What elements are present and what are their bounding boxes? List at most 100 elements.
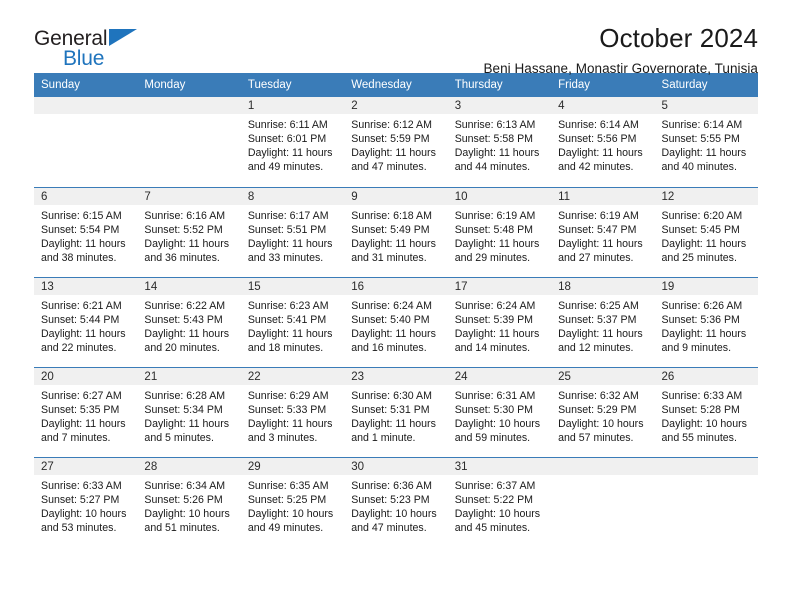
logo-text-blue: Blue bbox=[63, 47, 105, 70]
day-detail-line: Sunrise: 6:11 AM bbox=[247, 119, 328, 131]
day-detail-line: Sunrise: 6:14 AM bbox=[558, 119, 639, 131]
day-detail-line: Sunset: 5:54 PM bbox=[41, 223, 120, 236]
page-header: General Blue October 2024 Beni Hassane, … bbox=[34, 0, 758, 76]
day-detail-line: Sunrise: 6:24 AM bbox=[351, 299, 432, 312]
day-detail-line: Daylight: 11 hours bbox=[247, 237, 333, 250]
day-detail-line: Daylight: 10 hours bbox=[661, 417, 747, 430]
day-detail-line: Sunset: 5:56 PM bbox=[558, 133, 637, 146]
day-detail-line: Daylight: 11 hours bbox=[558, 237, 643, 250]
calendar-day-cell[interactable]: 21 Sunrise: 6:28 AM Sunset: 5:34 PM Dayligh… bbox=[137, 366, 241, 457]
day-detail-line: Daylight: 11 hours bbox=[41, 417, 126, 430]
day-detail-line: and 18 minutes. bbox=[247, 341, 324, 354]
calendar-week-row: 6 Sunrise: 6:15 AM Sunset: 5:54 PM Daylight… bbox=[34, 186, 758, 277]
day-number: 14 bbox=[137, 277, 241, 295]
calendar-day-cell[interactable]: 14 Sunrise: 6:22 AM Sunset: 5:43 PM Dayligh… bbox=[137, 276, 241, 367]
day-detail-line: Sunset: 5:45 PM bbox=[661, 223, 740, 236]
day-details: Sunrise: 6:34 AM Sunset: 5:26 PM Daylight:… bbox=[137, 475, 240, 535]
day-details: Sunrise: 6:32 AM Sunset: 5:29 PM Daylight:… bbox=[551, 385, 654, 445]
day-detail-line: Sunset: 5:26 PM bbox=[144, 493, 223, 506]
day-detail-line: and 49 minutes. bbox=[247, 521, 324, 534]
calendar-day-cell[interactable]: 25 Sunrise: 6:32 AM Sunset: 5:29 PM Dayligh… bbox=[551, 366, 655, 457]
day-details bbox=[137, 114, 240, 118]
day-detail-line: Daylight: 11 hours bbox=[558, 147, 643, 160]
calendar-day-cell[interactable]: 15 Sunrise: 6:23 AM Sunset: 5:41 PM Dayligh… bbox=[240, 276, 345, 367]
calendar-day-cell[interactable]: 8 Sunrise: 6:17 AM Sunset: 5:51 PM Daylight… bbox=[240, 186, 345, 277]
calendar-day-cell[interactable]: 3 Sunrise: 6:13 AM Sunset: 5:58 PM Daylight… bbox=[447, 97, 552, 187]
calendar-day-cell[interactable]: 24 Sunrise: 6:31 AM Sunset: 5:30 PM Dayligh… bbox=[447, 366, 552, 457]
day-number bbox=[34, 97, 138, 114]
day-detail-line: Sunrise: 6:30 AM bbox=[351, 389, 432, 402]
day-detail-line: Sunset: 5:37 PM bbox=[558, 313, 637, 326]
calendar-day-cell[interactable]: 5 Sunrise: 6:14 AM Sunset: 5:55 PM Daylight… bbox=[654, 97, 758, 187]
calendar-day-cell[interactable]: 27 Sunrise: 6:33 AM Sunset: 5:27 PM Dayligh… bbox=[34, 456, 138, 547]
day-detail-line: and 12 minutes. bbox=[558, 341, 634, 354]
calendar-day-cell[interactable]: 22 Sunrise: 6:29 AM Sunset: 5:33 PM Dayligh… bbox=[240, 366, 345, 457]
calendar-cell-empty bbox=[551, 456, 655, 547]
day-detail-line: Sunset: 5:41 PM bbox=[247, 313, 327, 326]
weekday-header-friday: Friday bbox=[551, 73, 655, 97]
calendar-cell-empty bbox=[654, 456, 758, 547]
calendar-day-cell[interactable]: 18 Sunrise: 6:25 AM Sunset: 5:37 PM Dayligh… bbox=[551, 276, 655, 367]
day-detail-line: and 36 minutes. bbox=[144, 251, 220, 264]
day-number: 17 bbox=[447, 277, 552, 295]
calendar-day-cell[interactable]: 17 Sunrise: 6:24 AM Sunset: 5:39 PM Dayligh… bbox=[447, 276, 552, 367]
day-detail-line: Sunset: 5:35 PM bbox=[41, 403, 120, 416]
day-details: Sunrise: 6:14 AM Sunset: 5:56 PM Daylight:… bbox=[551, 114, 654, 174]
weekday-header-sunday: Sunday bbox=[34, 73, 138, 97]
calendar-day-cell[interactable]: 2 Sunrise: 6:12 AM Sunset: 5:59 PM Daylight… bbox=[344, 97, 448, 187]
day-detail-line: Sunrise: 6:34 AM bbox=[144, 479, 226, 492]
calendar-day-cell[interactable]: 11 Sunrise: 6:19 AM Sunset: 5:47 PM Dayligh… bbox=[551, 186, 655, 277]
calendar-day-cell[interactable]: 16 Sunrise: 6:24 AM Sunset: 5:40 PM Dayligh… bbox=[344, 276, 448, 367]
day-detail-line: Sunset: 5:34 PM bbox=[144, 403, 223, 416]
day-details: Sunrise: 6:35 AM Sunset: 5:25 PM Daylight:… bbox=[241, 475, 344, 535]
day-detail-line: Daylight: 11 hours bbox=[247, 147, 333, 160]
calendar-day-cell[interactable]: 13 Sunrise: 6:21 AM Sunset: 5:44 PM Dayligh… bbox=[34, 276, 138, 367]
calendar-day-cell[interactable]: 31 Sunrise: 6:37 AM Sunset: 5:22 PM Dayligh… bbox=[447, 456, 552, 547]
day-detail-line: and 51 minutes. bbox=[144, 521, 220, 534]
day-details: Sunrise: 6:18 AM Sunset: 5:49 PM Daylight:… bbox=[344, 205, 447, 265]
weekday-row: Sunday Monday Tuesday Wednesday Thursday Frid… bbox=[34, 73, 758, 97]
day-details: Sunrise: 6:25 AM Sunset: 5:37 PM Daylight:… bbox=[551, 295, 654, 355]
day-detail-line: Daylight: 11 hours bbox=[454, 327, 540, 340]
calendar-day-cell[interactable]: 7 Sunrise: 6:16 AM Sunset: 5:52 PM Daylight… bbox=[137, 186, 241, 277]
calendar-cell-empty bbox=[137, 97, 241, 187]
day-detail-line: Sunset: 5:33 PM bbox=[247, 403, 327, 416]
day-detail-line: Sunrise: 6:20 AM bbox=[661, 209, 743, 222]
day-detail-line: Sunrise: 6:12 AM bbox=[351, 119, 432, 131]
day-detail-line: Daylight: 10 hours bbox=[144, 507, 230, 520]
day-detail-line: Sunrise: 6:37 AM bbox=[454, 479, 536, 492]
day-details: Sunrise: 6:33 AM Sunset: 5:28 PM Daylight:… bbox=[655, 385, 758, 445]
calendar-day-cell[interactable]: 28 Sunrise: 6:34 AM Sunset: 5:26 PM Dayligh… bbox=[137, 456, 241, 547]
day-details: Sunrise: 6:21 AM Sunset: 5:44 PM Daylight:… bbox=[34, 295, 137, 355]
calendar-week-row: 13 Sunrise: 6:21 AM Sunset: 5:44 PM Dayligh… bbox=[34, 276, 758, 367]
calendar-day-cell[interactable]: 26 Sunrise: 6:33 AM Sunset: 5:28 PM Dayligh… bbox=[654, 366, 758, 457]
calendar-day-cell[interactable]: 1 Sunrise: 6:11 AM Sunset: 6:01 PM Daylight… bbox=[240, 97, 345, 187]
calendar-day-cell[interactable]: 20 Sunrise: 6:27 AM Sunset: 5:35 PM Dayligh… bbox=[34, 366, 138, 457]
day-number bbox=[551, 457, 655, 475]
day-detail-line: Sunset: 5:43 PM bbox=[144, 313, 223, 326]
day-details: Sunrise: 6:23 AM Sunset: 5:41 PM Daylight:… bbox=[241, 295, 344, 355]
day-number: 26 bbox=[654, 367, 758, 385]
weekday-header-saturday: Saturday bbox=[654, 73, 758, 97]
calendar-table: Sunday Monday Tuesday Wednesday Thursday Frid… bbox=[34, 73, 758, 547]
day-number: 4 bbox=[551, 97, 655, 114]
day-detail-line: Sunrise: 6:35 AM bbox=[247, 479, 329, 492]
calendar-day-cell[interactable]: 12 Sunrise: 6:20 AM Sunset: 5:45 PM Dayligh… bbox=[654, 186, 758, 277]
day-number: 25 bbox=[551, 367, 655, 385]
day-detail-line: Sunrise: 6:14 AM bbox=[661, 119, 743, 131]
day-details: Sunrise: 6:13 AM Sunset: 5:58 PM Daylight:… bbox=[448, 114, 551, 174]
calendar-day-cell[interactable]: 29 Sunrise: 6:35 AM Sunset: 5:25 PM Dayligh… bbox=[240, 456, 345, 547]
day-detail-line: Daylight: 11 hours bbox=[351, 327, 436, 340]
calendar-day-cell[interactable]: 23 Sunrise: 6:30 AM Sunset: 5:31 PM Dayligh… bbox=[344, 366, 448, 457]
calendar-day-cell[interactable]: 30 Sunrise: 6:36 AM Sunset: 5:23 PM Dayligh… bbox=[344, 456, 448, 547]
day-detail-line: Sunrise: 6:18 AM bbox=[351, 209, 432, 222]
weekday-header-thursday: Thursday bbox=[447, 73, 552, 97]
calendar-day-cell[interactable]: 4 Sunrise: 6:14 AM Sunset: 5:56 PM Daylight… bbox=[551, 97, 655, 187]
calendar-day-cell[interactable]: 10 Sunrise: 6:19 AM Sunset: 5:48 PM Dayligh… bbox=[447, 186, 552, 277]
calendar-day-cell[interactable]: 6 Sunrise: 6:15 AM Sunset: 5:54 PM Daylight… bbox=[34, 186, 138, 277]
day-detail-line: Sunrise: 6:15 AM bbox=[41, 209, 122, 222]
calendar-day-cell[interactable]: 19 Sunrise: 6:26 AM Sunset: 5:36 PM Dayligh… bbox=[654, 276, 758, 367]
generalblue-logo[interactable]: General Blue bbox=[34, 24, 146, 70]
day-detail-line: Sunrise: 6:19 AM bbox=[454, 209, 536, 222]
calendar-day-cell[interactable]: 9 Sunrise: 6:18 AM Sunset: 5:49 PM Daylight… bbox=[344, 186, 448, 277]
